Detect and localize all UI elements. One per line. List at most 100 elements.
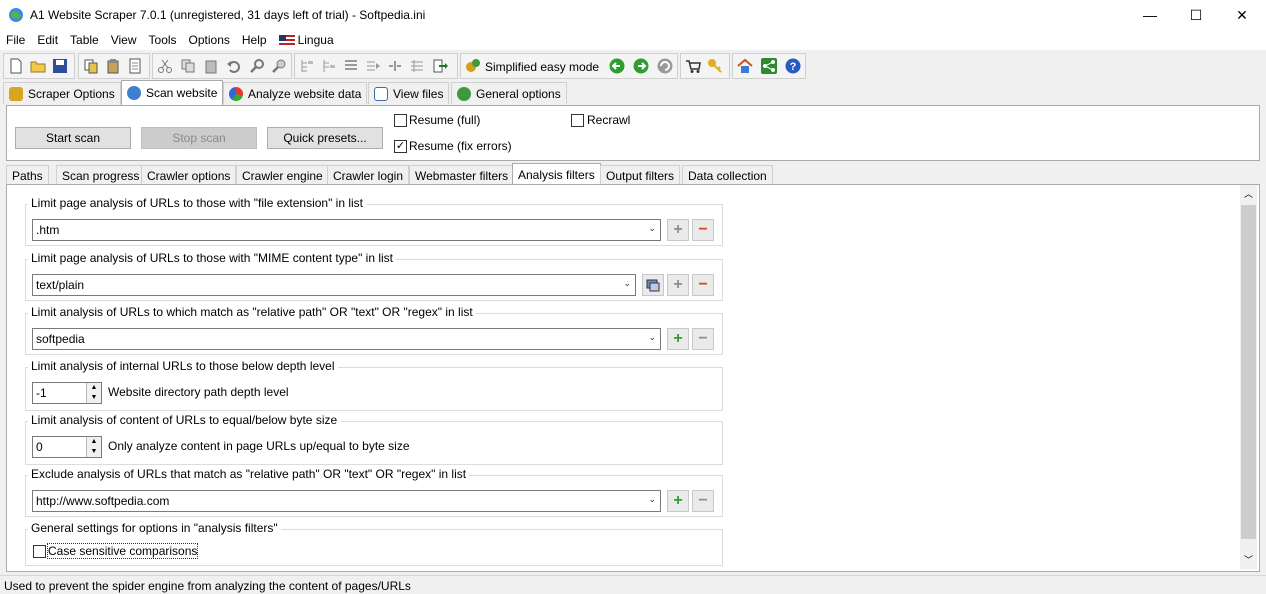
subtab-crawler-login[interactable]: Crawler login [327,165,410,185]
file-extension-combo[interactable]: .htm ⌄ [32,219,661,241]
remove-exclude-url-button[interactable]: − [692,490,714,512]
paste-gray-icon[interactable] [203,58,219,74]
menu-options[interactable]: Options [183,30,236,50]
tree-split-icon[interactable] [409,58,425,74]
tree-merge-icon[interactable] [387,58,403,74]
cut-icon[interactable] [157,58,173,74]
scrollbar-thumb[interactable] [1241,205,1256,539]
copy-files-icon[interactable] [83,58,99,74]
tab-general-options[interactable]: General options [451,82,567,104]
paste-icon[interactable] [105,58,121,74]
mime-presets-button[interactable] [642,274,664,296]
byte-size-title: Limit analysis of content of URLs to equ… [28,413,341,427]
case-sensitive-checkbox[interactable] [33,545,46,558]
byte-size-spinner[interactable]: 0 ▲ ▼ [32,436,102,458]
depth-level-label: Website directory path depth level [108,385,289,399]
tab-view-files[interactable]: View files [368,82,450,104]
tab-scan-website[interactable]: Scan website [121,80,224,105]
resume-full-checkbox[interactable] [394,114,407,127]
quick-presets-button[interactable]: Quick presets... [267,127,383,149]
start-scan-button[interactable]: Start scan [15,127,131,149]
mime-type-combo[interactable]: text/plain ⌄ [32,274,636,296]
copy-icon[interactable] [180,58,196,74]
spin-down-icon[interactable]: ▼ [87,447,101,457]
subtab-crawler-options[interactable]: Crawler options [141,165,237,185]
case-sensitive-label[interactable]: Case sensitive comparisons [46,543,199,559]
general-settings-title: General settings for options in "analysi… [28,521,281,535]
add-relative-path-button[interactable]: + [667,328,689,350]
scroll-down-icon[interactable]: ﹀ [1244,553,1253,566]
status-text: Used to prevent the spider engine from a… [4,579,411,593]
subtab-crawler-engine[interactable]: Crawler engine [236,165,329,185]
tree-collapse-icon[interactable] [321,58,337,74]
depth-level-spinner[interactable]: -1 ▲ ▼ [32,382,102,404]
remove-file-extension-button[interactable]: − [692,219,714,241]
pie-chart-icon [229,86,243,101]
menu-file[interactable]: File [0,30,31,50]
spin-up-icon[interactable]: ▲ [87,437,101,447]
share-icon[interactable] [761,58,777,74]
refresh-icon[interactable] [657,58,673,74]
add-exclude-url-button[interactable]: + [667,490,689,512]
subtab-output-filters[interactable]: Output filters [600,165,681,185]
help-icon[interactable]: ? [785,58,801,74]
file-extension-group: Limit page analysis of URLs to those wit… [25,196,723,246]
menu-view[interactable]: View [105,30,143,50]
tab-scraper-options[interactable]: Scraper Options [3,82,121,104]
exclude-urls-title: Exclude analysis of URLs that match as "… [28,467,470,481]
subtab-webmaster-filters[interactable]: Webmaster filters [409,165,515,185]
exclude-urls-group: Exclude analysis of URLs that match as "… [25,467,723,517]
depth-spin-buttons[interactable]: ▲ ▼ [86,383,101,403]
add-file-extension-button[interactable]: + [667,219,689,241]
new-file-icon[interactable] [8,58,24,74]
subtab-scan-progress[interactable]: Scan progress [56,165,146,185]
svg-text:?: ? [790,61,797,73]
tree-list-icon[interactable] [343,58,359,74]
menu-help[interactable]: Help [236,30,273,50]
subtab-paths[interactable]: Paths [6,165,49,185]
subtab-data-collection[interactable]: Data collection [682,165,773,185]
remove-mime-type-button[interactable]: − [692,274,714,296]
spin-down-icon[interactable]: ▼ [87,393,101,403]
back-arrow-icon[interactable] [609,58,625,74]
status-bar: Used to prevent the spider engine from a… [0,575,1266,594]
subtab-analysis-filters[interactable]: Analysis filters [512,163,601,186]
tab-analyze-website-data[interactable]: Analyze website data [223,82,368,104]
simplified-mode-label[interactable]: Simplified easy mode [485,60,599,74]
recrawl-label: Recrawl [587,113,631,127]
scan-sub-tabs: Paths Scan progress Crawler options Craw… [6,163,1258,186]
tree-move-icon[interactable] [365,58,381,74]
close-button[interactable]: ✕ [1219,0,1265,30]
resume-full-label: Resume (full) [409,113,481,127]
remove-relative-path-button[interactable]: − [692,328,714,350]
replace-icon[interactable] [271,58,287,74]
menu-tools[interactable]: Tools [143,30,183,50]
undo-icon[interactable] [226,58,242,74]
key-icon[interactable] [707,58,723,74]
resume-fix-errors-checkbox[interactable]: ✓ [394,140,407,153]
open-folder-icon[interactable] [30,58,46,74]
stop-scan-button[interactable]: Stop scan [141,127,257,149]
search-icon[interactable] [249,58,265,74]
chevron-down-icon: ⌄ [623,278,631,288]
byte-spin-buttons[interactable]: ▲ ▼ [86,437,101,457]
save-icon[interactable] [52,58,68,74]
simplified-mode-icon[interactable] [465,58,481,74]
minimize-button[interactable]: — [1127,0,1173,30]
maximize-button[interactable]: ☐ [1173,0,1219,30]
recrawl-checkbox[interactable] [571,114,584,127]
shopping-cart-icon[interactable] [685,58,701,74]
add-mime-type-button[interactable]: + [667,274,689,296]
tree-expand-icon[interactable] [299,58,315,74]
home-icon[interactable] [737,58,753,74]
document-icon[interactable] [127,58,143,74]
scroll-up-icon[interactable]: ︿ [1244,187,1253,200]
forward-arrow-icon[interactable] [633,58,649,74]
relative-path-combo[interactable]: softpedia ⌄ [32,328,661,350]
menu-table[interactable]: Table [64,30,105,50]
menu-lingua[interactable]: Lingua [273,30,340,50]
spin-up-icon[interactable]: ▲ [87,383,101,393]
tree-export-icon[interactable] [433,58,449,74]
exclude-urls-combo[interactable]: http://www.softpedia.com ⌄ [32,490,661,512]
menu-edit[interactable]: Edit [31,30,64,50]
